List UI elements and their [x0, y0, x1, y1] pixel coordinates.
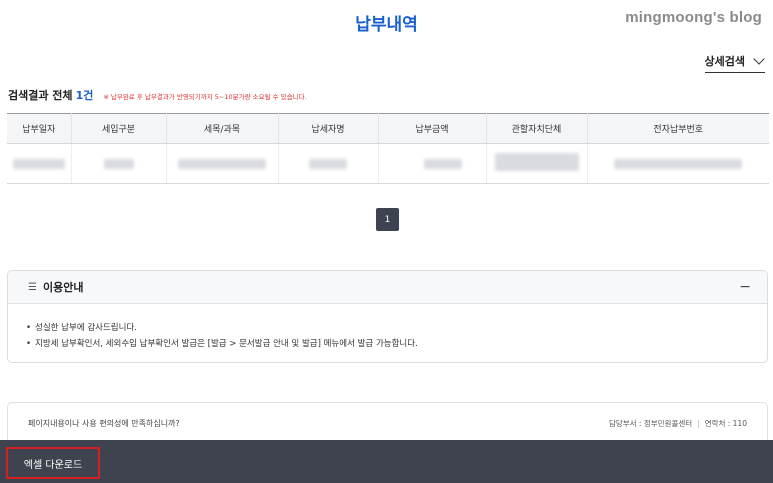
detail-search-dropdown[interactable]: 상세검색: [704, 53, 765, 73]
payment-table: 납부일자 세입구분 세목/과목 납세자명 납부금액 관할자치단체 전자납부번호: [7, 113, 769, 184]
list-search-icon: ☰: [28, 281, 37, 293]
department-info: 담당부서 : 정부민원콜센터: [608, 419, 693, 428]
usage-guide-header[interactable]: ☰ 이용안내 −: [8, 271, 767, 304]
table-row[interactable]: [7, 143, 769, 184]
collapse-toggle-button[interactable]: −: [739, 279, 751, 295]
col-electronic-payment-no: 전자납부번호: [587, 113, 769, 144]
chevron-down-icon: [753, 53, 765, 65]
usage-guide-title: 이용안내: [42, 281, 84, 294]
bottom-action-bar: 엑셀 다운로드: [0, 440, 773, 483]
col-jurisdiction: 관할자치단체: [486, 113, 588, 144]
col-tax-item: 세목/과목: [166, 113, 279, 144]
result-notice: ※ 납부완료 후 납부결과가 반영되기까지 5~10분가량 소요될 수 있습니다…: [103, 93, 307, 101]
cell-payment-amount: [378, 143, 487, 184]
cell-tax-item: [166, 143, 279, 184]
usage-guide-list: 성실한 납부에 감사드립니다. 지방세 납부확인서, 세외수입 납부확인서 발급…: [8, 304, 767, 352]
cell-taxpayer-name: [278, 143, 379, 184]
list-item: 성실한 납부에 감사드립니다.: [26, 320, 767, 336]
survey-contact: 담당부서 : 정부민원콜센터 | 연락처 : 110: [608, 419, 747, 428]
list-item: 지방세 납부확인서, 세외수입 납부확인서 발급은 [발급 > 문서발급 안내 …: [26, 336, 767, 352]
usage-guide-panel: ☰ 이용안내 − 성실한 납부에 감사드립니다. 지방세 납부확인서, 세외수입…: [7, 270, 768, 363]
table-header-row: 납부일자 세입구분 세목/과목 납세자명 납부금액 관할자치단체 전자납부번호: [7, 113, 769, 144]
cell-revenue-type: [71, 143, 167, 184]
cell-jurisdiction: [486, 143, 588, 184]
excel-download-button[interactable]: 엑셀 다운로드: [6, 447, 100, 479]
page-1-button[interactable]: 1: [376, 208, 399, 231]
cell-payment-date: [7, 143, 72, 184]
result-label: 검색결과 전체 1건: [8, 89, 94, 102]
col-revenue-type: 세입구분: [71, 113, 167, 144]
result-summary: 검색결과 전체 1건 ※ 납부완료 후 납부결과가 반영되기까지 5~10분가량 …: [8, 87, 307, 103]
col-payment-date: 납부일자: [7, 113, 72, 144]
col-payment-amount: 납부금액: [378, 113, 487, 144]
phone-info: 연락처 : 110: [704, 419, 747, 428]
result-count: 1건: [75, 89, 94, 102]
detail-search-label: 상세검색: [704, 55, 745, 68]
cell-electronic-payment-no: [587, 143, 769, 184]
survey-question: 페이지내용이나 사용 편의성에 만족하십니까?: [28, 419, 180, 428]
blog-watermark: mingmoong's blog: [625, 9, 762, 26]
col-taxpayer-name: 납세자명: [278, 113, 379, 144]
